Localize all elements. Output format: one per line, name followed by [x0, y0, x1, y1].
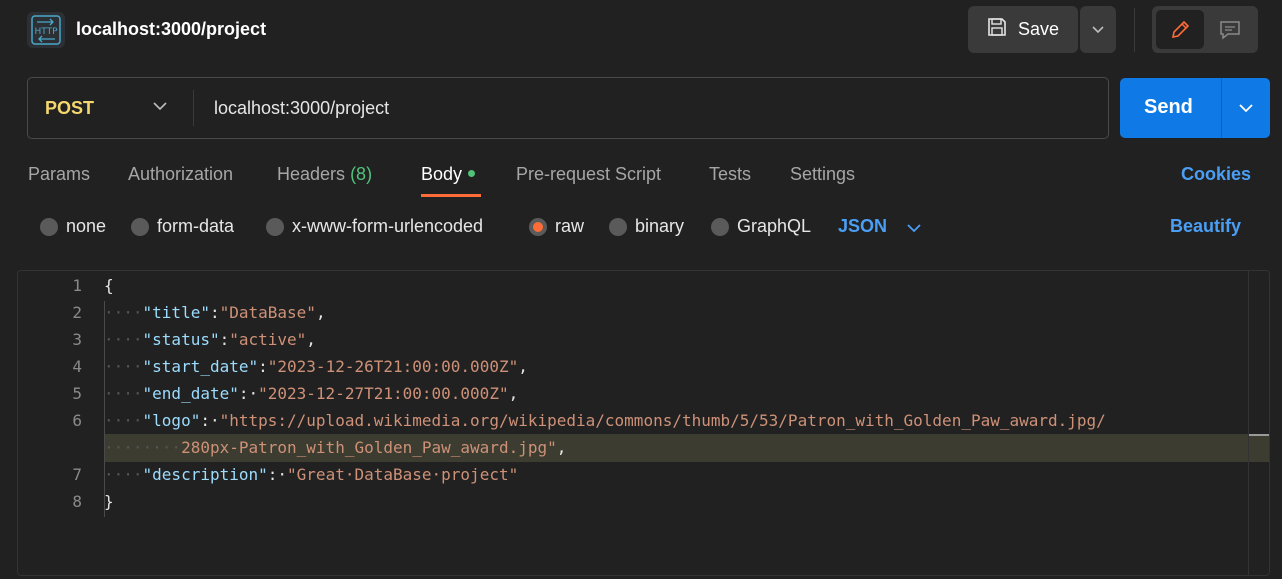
line-number: 2: [72, 303, 82, 322]
send-button[interactable]: Send: [1120, 78, 1270, 138]
headers-count: (8): [350, 164, 373, 184]
edit-mode-button[interactable]: [1156, 10, 1204, 49]
radio-button-selected[interactable]: [529, 217, 547, 236]
code-line: ····"start_date":"2023-12-26T21:00:00.00…: [104, 357, 528, 376]
line-number: 5: [72, 384, 82, 403]
send-options-button[interactable]: [1222, 78, 1270, 138]
code-line: {: [104, 276, 114, 295]
http-icon: HTTP: [27, 12, 65, 48]
code-line: ····"description":·"Great·DataBase·proje…: [104, 465, 519, 484]
format-selector[interactable]: JSON: [838, 216, 887, 237]
line-number: 8: [72, 492, 82, 511]
radio-button[interactable]: [40, 217, 58, 236]
radio-button[interactable]: [266, 217, 284, 236]
scrollbar[interactable]: [1248, 271, 1249, 575]
comment-icon: [1220, 20, 1240, 40]
tab-authorization[interactable]: Authorization: [128, 164, 233, 185]
radio-button[interactable]: [131, 217, 149, 236]
request-header: HTTP localhost:3000/project Save: [0, 0, 1282, 60]
tab-settings[interactable]: Settings: [790, 164, 855, 185]
tab-headers-label: Headers: [277, 164, 346, 184]
code-line: ····"end_date":·"2023-12-27T21:00:00.000…: [104, 384, 519, 403]
request-tabs: Params Authorization Headers (8) Body Pr…: [0, 158, 1282, 198]
tab-tests[interactable]: Tests: [709, 164, 751, 185]
chevron-down-icon[interactable]: [152, 100, 168, 112]
code-line: ····"status":"active",: [104, 330, 316, 349]
divider: [193, 90, 194, 126]
radio-x-www-form-urlencoded[interactable]: x-www-form-urlencoded: [266, 216, 483, 237]
code-line: ····"title":"DataBase",: [104, 303, 326, 322]
tab-params[interactable]: Params: [28, 164, 90, 185]
code-line-wrapped: ········280px-Patron_with_Golden_Paw_awa…: [104, 438, 567, 457]
code-line: }: [104, 492, 114, 511]
save-options-button[interactable]: [1080, 6, 1116, 53]
chevron-down-icon[interactable]: [906, 222, 922, 234]
radio-label: binary: [635, 216, 685, 236]
radio-graphql[interactable]: GraphQL: [711, 216, 811, 237]
radio-label: raw: [555, 216, 585, 236]
line-number: 7: [72, 465, 82, 484]
body-indicator-dot: [468, 169, 476, 177]
code-line: ····"logo":·"https://upload.wikimedia.or…: [104, 411, 1106, 430]
radio-binary[interactable]: binary: [609, 216, 684, 237]
tab-body-label: Body: [421, 164, 463, 184]
method-selector[interactable]: POST: [45, 98, 94, 119]
radio-raw[interactable]: raw: [529, 216, 584, 237]
tab-headers[interactable]: Headers (8): [277, 164, 372, 185]
radio-label: GraphQL: [737, 216, 812, 236]
scrollbar-position-marker: [1249, 434, 1269, 436]
line-number: 6: [72, 411, 82, 430]
tab-body[interactable]: Body: [421, 164, 476, 185]
radio-label: none: [66, 216, 107, 236]
radio-label: x-www-form-urlencoded: [292, 216, 484, 236]
radio-button[interactable]: [711, 217, 729, 236]
view-mode-toggle: [1152, 6, 1258, 53]
code-editor[interactable]: 1 2 3 4 5 6 7 8 { ····"title":"DataBase"…: [17, 270, 1270, 576]
radio-form-data[interactable]: form-data: [131, 216, 234, 237]
divider: [1134, 8, 1135, 52]
request-title[interactable]: localhost:3000/project: [76, 19, 266, 40]
url-input[interactable]: localhost:3000/project: [214, 98, 389, 119]
comments-button[interactable]: [1206, 10, 1254, 49]
line-number: 1: [72, 276, 82, 295]
beautify-button[interactable]: Beautify: [1170, 216, 1241, 237]
radio-none[interactable]: none: [40, 216, 106, 237]
tab-pre-request-script[interactable]: Pre-request Script: [516, 164, 661, 185]
line-number: 4: [72, 357, 82, 376]
save-icon: [986, 16, 1008, 43]
url-bar: POST localhost:3000/project: [27, 77, 1109, 139]
save-button[interactable]: Save: [968, 6, 1078, 53]
active-tab-indicator: [421, 194, 481, 197]
body-type-selector: none form-data x-www-form-urlencoded raw…: [0, 212, 1282, 244]
cookies-link[interactable]: Cookies: [1181, 164, 1251, 185]
save-label: Save: [1018, 19, 1060, 39]
line-number: 3: [72, 330, 82, 349]
chevron-down-icon: [1239, 104, 1253, 113]
chevron-down-icon: [1092, 25, 1104, 33]
send-label: Send: [1144, 96, 1193, 118]
svg-text:HTTP: HTTP: [34, 27, 58, 37]
pencil-icon: [1171, 20, 1190, 38]
radio-label: form-data: [157, 216, 235, 236]
radio-button[interactable]: [609, 217, 627, 236]
